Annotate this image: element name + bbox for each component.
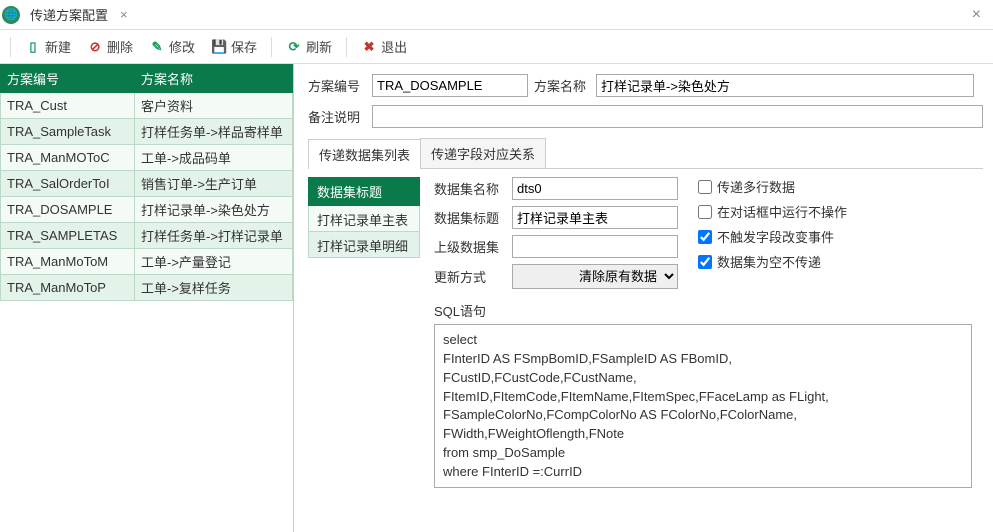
new-icon: ▯ [25, 39, 41, 55]
dataset-item[interactable]: 打样记录单明细 [308, 232, 420, 258]
dataset-list: 数据集标题 打样记录单主表 打样记录单明细 [308, 177, 420, 488]
dstitle-label: 数据集标题 [434, 208, 504, 227]
table-row[interactable]: TRA_DOSAMPLE打样记录单->染色处方 [1, 197, 293, 223]
dsupdate-select[interactable]: 清除原有数据 [512, 264, 678, 289]
dsparent-input[interactable] [512, 235, 678, 258]
exit-icon: ✖ [361, 39, 377, 55]
new-button[interactable]: ▯ 新建 [19, 34, 77, 59]
toolbar: ▯ 新建 ⊘ 删除 ✎ 修改 💾 保存 ⟳ 刷新 ✖ 退出 [0, 30, 993, 64]
refresh-icon: ⟳ [286, 39, 302, 55]
edit-icon: ✎ [149, 39, 165, 55]
save-button[interactable]: 💾 保存 [205, 34, 263, 59]
tab-dataset-list[interactable]: 传递数据集列表 [308, 139, 421, 169]
dataset-item[interactable]: 打样记录单主表 [308, 206, 420, 232]
table-row[interactable]: TRA_Cust客户资料 [1, 93, 293, 119]
dsname-input[interactable] [512, 177, 678, 200]
app-icon: 🌐 [2, 6, 20, 24]
exit-button[interactable]: ✖ 退出 [355, 34, 413, 59]
code-label: 方案编号 [308, 76, 366, 95]
sql-textarea[interactable]: select FInterID AS FSmpBomID,FSampleID A… [434, 324, 972, 488]
table-row[interactable]: TRA_SalOrderToI销售订单->生产订单 [1, 171, 293, 197]
table-row[interactable]: TRA_ManMOToC工单->成品码单 [1, 145, 293, 171]
delete-button[interactable]: ⊘ 删除 [81, 34, 139, 59]
scheme-table: 方案编号 方案名称 TRA_Cust客户资料TRA_SampleTask打样任务… [0, 64, 293, 301]
save-icon: 💾 [211, 39, 227, 55]
tab-close-icon[interactable]: × [114, 7, 134, 22]
remark-input[interactable] [372, 105, 983, 128]
dsparent-label: 上级数据集 [434, 237, 504, 256]
code-input[interactable] [372, 74, 528, 97]
col-code[interactable]: 方案编号 [1, 65, 135, 93]
tab-field-mapping[interactable]: 传递字段对应关系 [420, 138, 546, 168]
delete-icon: ⊘ [87, 39, 103, 55]
name-input[interactable] [596, 74, 974, 97]
page-title: 传递方案配置 [24, 5, 114, 24]
name-label: 方案名称 [534, 76, 590, 95]
chk-empty[interactable]: 数据集为空不传递 [698, 252, 847, 271]
table-row[interactable]: TRA_ManMoToP工单->复样任务 [1, 275, 293, 301]
chk-nochange[interactable]: 不触发字段改变事件 [698, 227, 847, 246]
dstitle-input[interactable] [512, 206, 678, 229]
col-name[interactable]: 方案名称 [135, 65, 293, 93]
window-close-icon[interactable]: × [962, 6, 991, 24]
refresh-button[interactable]: ⟳ 刷新 [280, 34, 338, 59]
chk-dialog[interactable]: 在对话框中运行不操作 [698, 202, 847, 221]
table-row[interactable]: TRA_ManMoToM工单->产量登记 [1, 249, 293, 275]
remark-label: 备注说明 [308, 107, 366, 126]
dsupdate-label: 更新方式 [434, 267, 504, 286]
dataset-list-header: 数据集标题 [308, 177, 420, 206]
table-row[interactable]: TRA_SAMPLETAS打样任务单->打样记录单 [1, 223, 293, 249]
dsname-label: 数据集名称 [434, 179, 504, 198]
table-row[interactable]: TRA_SampleTask打样任务单->样品寄样单 [1, 119, 293, 145]
sql-label: SQL语句 [434, 301, 983, 320]
chk-multi[interactable]: 传递多行数据 [698, 177, 847, 196]
edit-button[interactable]: ✎ 修改 [143, 34, 201, 59]
